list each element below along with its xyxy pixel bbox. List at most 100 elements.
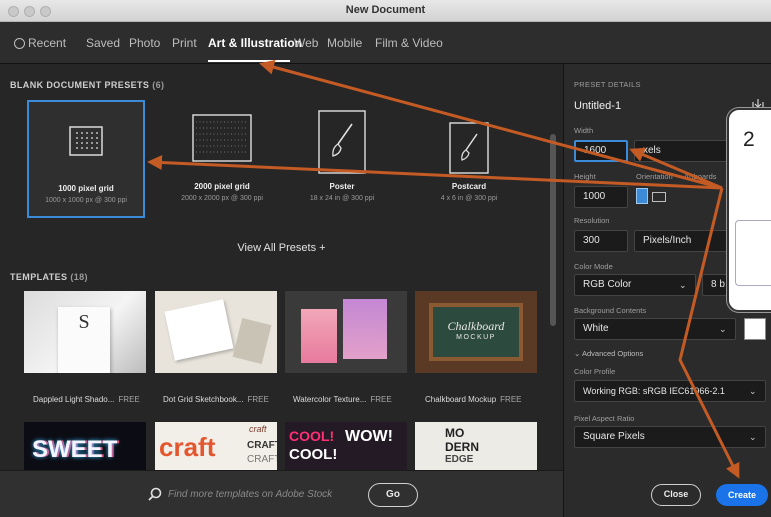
chalk-title-text: Chalkboard bbox=[447, 319, 505, 333]
landscape-orientation-icon[interactable] bbox=[652, 192, 666, 202]
tab-print[interactable]: Print bbox=[172, 36, 197, 50]
template-word: CRAFT bbox=[247, 454, 277, 465]
preset-details-heading: PRESET DETAILS bbox=[574, 80, 641, 89]
width-input[interactable]: 1600 bbox=[574, 140, 628, 162]
template-thumbnail-accent bbox=[232, 317, 272, 365]
close-button[interactable]: Close bbox=[651, 484, 701, 506]
color-profile-value: Working RGB: sRGB IEC61966-2.1 bbox=[583, 386, 725, 396]
color-mode-value: RGB Color bbox=[583, 279, 632, 290]
blank-presets-heading: BLANK DOCUMENT PRESETS (6) bbox=[10, 80, 164, 90]
templates-heading-text: TEMPLATES bbox=[10, 272, 68, 282]
step-callout: 2 bbox=[727, 108, 771, 312]
pixel-aspect-value: Square Pixels bbox=[583, 431, 645, 442]
free-badge: FREE bbox=[500, 395, 522, 404]
tab-saved[interactable]: Saved bbox=[86, 36, 120, 50]
template-thumbnail: S bbox=[58, 307, 110, 373]
tab-web[interactable]: Web bbox=[294, 36, 318, 50]
preset-name: Postcard bbox=[451, 182, 487, 191]
stock-search-input[interactable]: Find more templates on Adobe Stock bbox=[168, 489, 332, 500]
height-input[interactable]: 1000 bbox=[574, 186, 628, 208]
tab-film-video[interactable]: Film & Video bbox=[375, 36, 443, 50]
chalk-sub-text: MOCKUP bbox=[456, 334, 496, 341]
pixel-aspect-select[interactable]: Square Pixels ⌄ bbox=[574, 426, 766, 448]
template-word: WOW! bbox=[345, 428, 393, 445]
background-select[interactable]: White ⌄ bbox=[574, 318, 736, 340]
template-craft[interactable]: craft craft CRAFT CRAFT bbox=[155, 422, 277, 472]
presets-scrollbar[interactable] bbox=[550, 134, 556, 326]
view-all-presets-link[interactable]: View All Presets + bbox=[0, 242, 563, 254]
template-modern-edge[interactable]: MO DERN EDGE bbox=[415, 422, 537, 472]
template-cool-wow[interactable]: COOL! COOL! WOW! bbox=[285, 422, 407, 472]
orientation-label: Orientation bbox=[636, 172, 673, 181]
resolution-label: Resolution bbox=[574, 216, 610, 225]
preset-dims: 1000 x 1000 px @ 300 ppi bbox=[45, 197, 127, 204]
background-color-swatch[interactable] bbox=[744, 318, 766, 340]
background-value: White bbox=[583, 323, 609, 334]
stock-search-bar: Find more templates on Adobe Stock Go bbox=[0, 470, 563, 517]
tab-mobile[interactable]: Mobile bbox=[327, 36, 362, 50]
chevron-down-icon: ⌄ bbox=[749, 386, 757, 396]
preset-postcard[interactable]: Postcard 4 x 6 in @ 300 ppi bbox=[410, 100, 528, 218]
free-badge: FREE bbox=[118, 395, 140, 404]
preset-1000-pixel-grid[interactable]: 1000 pixel grid 1000 x 1000 px @ 300 ppi bbox=[27, 100, 145, 218]
preset-dims: 4 x 6 in @ 300 ppi bbox=[440, 195, 498, 202]
template-word: CRAFT bbox=[247, 440, 277, 451]
template-word: craft bbox=[159, 432, 216, 462]
template-word: COOL! bbox=[289, 428, 335, 444]
color-mode-select[interactable]: RGB Color ⌄ bbox=[574, 274, 696, 296]
template-dappled-light[interactable]: S bbox=[24, 291, 146, 373]
color-mode-label: Color Mode bbox=[574, 262, 613, 271]
template-thumbnail bbox=[301, 309, 337, 363]
advanced-options-toggle[interactable]: ⌄ Advanced Options bbox=[574, 349, 643, 358]
template-word: SWEET bbox=[32, 436, 118, 463]
preset-poster[interactable]: Poster 18 x 24 in @ 300 ppi bbox=[283, 100, 401, 218]
color-profile-select[interactable]: Working RGB: sRGB IEC61966-2.1 ⌄ bbox=[574, 380, 766, 402]
template-caption-name: Dot Grid Sketchbook... bbox=[163, 395, 244, 404]
callout-inner-frame bbox=[735, 220, 771, 286]
resolution-input[interactable]: 300 bbox=[574, 230, 628, 252]
chevron-down-icon: ⌄ bbox=[719, 324, 727, 334]
template-word: COOL! bbox=[289, 446, 338, 463]
template-thumbnail: Chalkboard MOCKUP bbox=[429, 303, 523, 361]
advanced-options-label: Advanced Options bbox=[581, 349, 644, 358]
template-dot-grid-sketchbook[interactable] bbox=[155, 291, 277, 373]
template-caption-name: Watercolor Texture... bbox=[293, 395, 367, 404]
template-watercolor-texture[interactable] bbox=[285, 291, 407, 373]
brush-document-icon bbox=[318, 110, 366, 174]
chevron-down-icon: ⌄ bbox=[679, 280, 687, 290]
grid-document-icon bbox=[69, 126, 103, 156]
template-caption-name: Chalkboard Mockup bbox=[425, 395, 497, 404]
template-word: EDGE bbox=[445, 454, 474, 465]
resolution-unit-select[interactable]: Pixels/Inch bbox=[634, 230, 728, 252]
tab-recent[interactable]: Recent bbox=[14, 36, 66, 50]
template-word: DERN bbox=[445, 440, 480, 454]
document-name-field[interactable]: Untitled-1 bbox=[574, 100, 621, 112]
template-thumbnail-accent bbox=[343, 299, 387, 359]
template-caption: Dot Grid Sketchbook... FREE bbox=[163, 395, 269, 404]
preset-2000-pixel-grid[interactable]: 2000 pixel grid 2000 x 2000 px @ 300 ppi bbox=[163, 100, 281, 218]
width-unit-select[interactable]: xels bbox=[634, 140, 728, 162]
template-caption: Chalkboard Mockup FREE bbox=[425, 395, 522, 404]
artboards-label: Artboards bbox=[684, 172, 717, 181]
background-label: Background Contents bbox=[574, 306, 647, 315]
active-tab-indicator bbox=[208, 60, 290, 62]
blank-presets-heading-text: BLANK DOCUMENT PRESETS bbox=[10, 80, 150, 90]
create-button[interactable]: Create bbox=[716, 484, 768, 506]
templates-heading: TEMPLATES (18) bbox=[10, 272, 88, 282]
blank-presets-count: (6) bbox=[152, 80, 165, 90]
template-chalkboard-mockup[interactable]: Chalkboard MOCKUP bbox=[415, 291, 537, 373]
width-label: Width bbox=[574, 126, 594, 135]
pixel-aspect-label: Pixel Aspect Ratio bbox=[574, 414, 635, 423]
template-caption: Watercolor Texture... FREE bbox=[293, 395, 392, 404]
brush-document-icon bbox=[449, 122, 489, 174]
portrait-orientation-icon[interactable] bbox=[636, 188, 648, 204]
tab-photo[interactable]: Photo bbox=[129, 36, 160, 50]
callout-number: 2 bbox=[743, 128, 755, 151]
search-icon bbox=[148, 487, 162, 501]
tab-art-illustration[interactable]: Art & Illustration bbox=[208, 36, 302, 50]
free-badge: FREE bbox=[247, 395, 269, 404]
template-sweet[interactable]: SWEET bbox=[24, 422, 146, 472]
go-button[interactable]: Go bbox=[368, 483, 418, 507]
template-word: craft bbox=[249, 424, 267, 434]
preset-name: 2000 pixel grid bbox=[194, 182, 250, 191]
